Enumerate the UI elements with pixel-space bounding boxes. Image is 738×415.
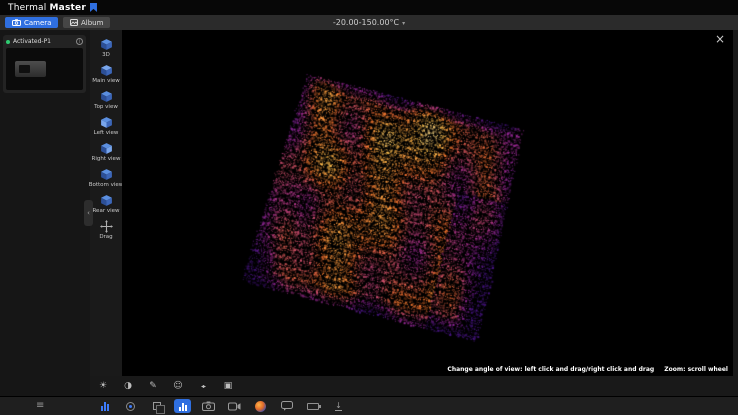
contrast-icon[interactable]: ◑ bbox=[121, 381, 135, 391]
chat-bubble-icon bbox=[281, 401, 293, 411]
tab-camera-label: Camera bbox=[24, 19, 51, 27]
camera-icon bbox=[202, 401, 215, 411]
camera-icon bbox=[12, 19, 21, 26]
smiley-icon[interactable]: ☺ bbox=[171, 381, 185, 391]
view-button-3d[interactable]: 3D bbox=[90, 38, 122, 58]
palette-sphere-icon bbox=[255, 401, 266, 412]
view-button-top[interactable]: Top view bbox=[90, 90, 122, 110]
tab-album-label: Album bbox=[81, 19, 103, 27]
pointcloud-mode-button-active[interactable] bbox=[174, 399, 191, 414]
download-button[interactable]: ↓ bbox=[330, 399, 347, 414]
menu-icon[interactable]: ≡ bbox=[36, 397, 44, 415]
drag-button[interactable]: Drag bbox=[90, 220, 122, 240]
layers-icon bbox=[153, 402, 161, 410]
view-button-rear[interactable]: Rear view bbox=[90, 194, 122, 214]
view-button-main[interactable]: Main view bbox=[90, 64, 122, 84]
viewer-hint: Change angle of view: left click and dra… bbox=[447, 366, 728, 373]
temp-range-label: -20.00-150.00°C bbox=[333, 18, 399, 27]
view-button-label: Main view bbox=[92, 78, 120, 84]
device-sidebar: Activated-P1 bbox=[0, 30, 90, 396]
view-button-label: 3D bbox=[102, 52, 110, 58]
frame-icon[interactable]: ▣ bbox=[221, 381, 235, 391]
brand-ribbon-icon bbox=[90, 3, 97, 12]
status-dot bbox=[6, 40, 10, 44]
hint-zoom: Zoom: scroll wheel bbox=[664, 366, 728, 373]
cube-icon bbox=[100, 194, 113, 207]
brand-second: Master bbox=[50, 3, 86, 13]
info-icon[interactable] bbox=[76, 38, 83, 45]
temp-range-selector[interactable]: -20.00-150.00°C▾ bbox=[0, 15, 738, 30]
move-icon bbox=[100, 220, 113, 233]
tab-camera[interactable]: Camera bbox=[5, 17, 58, 28]
histogram-icon bbox=[101, 402, 109, 411]
device-thumbnail[interactable] bbox=[6, 48, 83, 90]
palette-sphere-button[interactable] bbox=[252, 399, 269, 414]
download-icon: ↓ bbox=[335, 402, 342, 411]
device-card[interactable]: Activated-P1 bbox=[3, 35, 86, 93]
cube-icon bbox=[100, 64, 113, 77]
cube-icon bbox=[100, 38, 113, 51]
view-rail: 3D Main view Top view Left view Right vi… bbox=[90, 30, 122, 376]
layers-button[interactable] bbox=[148, 399, 165, 414]
tab-album[interactable]: Album bbox=[63, 17, 110, 28]
histogram-button[interactable] bbox=[96, 399, 113, 414]
view-button-bottom[interactable]: Bottom view bbox=[90, 168, 122, 188]
record-icon bbox=[126, 402, 135, 411]
hint-rotate: Change angle of view: left click and dra… bbox=[447, 366, 654, 373]
collapse-icon: ‹ bbox=[87, 209, 90, 217]
pointcloud-mode-icon bbox=[174, 399, 191, 413]
cube-icon bbox=[100, 116, 113, 129]
cube-icon bbox=[100, 168, 113, 181]
cube-icon bbox=[100, 90, 113, 103]
view-button-label: Bottom view bbox=[89, 182, 124, 188]
pointcloud-canvas[interactable] bbox=[122, 30, 733, 376]
app-logo: Thermal Master bbox=[8, 3, 86, 13]
mirror-icon[interactable]: ◂▸ bbox=[196, 383, 210, 390]
device-image bbox=[15, 61, 46, 77]
view-button-label: Top view bbox=[94, 104, 118, 110]
brand-first: Thermal bbox=[8, 3, 46, 13]
view-button-right[interactable]: Right view bbox=[90, 142, 122, 162]
view-button-label: Left view bbox=[94, 130, 119, 136]
battery-icon bbox=[307, 403, 319, 410]
comment-button[interactable] bbox=[278, 399, 295, 414]
album-icon bbox=[70, 19, 78, 26]
edit-icon[interactable]: ✎ bbox=[146, 381, 160, 391]
bottom-dock: ≡ ↓ bbox=[0, 396, 738, 415]
brightness-icon[interactable]: ☀ bbox=[96, 381, 110, 391]
cube-icon bbox=[100, 142, 113, 155]
close-icon: × bbox=[715, 32, 725, 46]
chevron-down-icon: ▾ bbox=[402, 20, 405, 27]
titlebar: Thermal Master bbox=[0, 0, 738, 15]
view-button-label: Drag bbox=[99, 234, 112, 240]
image-adjust-toolbar: ☀ ◑ ✎ ☺ ◂▸ ▣ bbox=[96, 378, 235, 394]
record-video-button[interactable] bbox=[226, 399, 243, 414]
device-label: Activated-P1 bbox=[13, 38, 73, 45]
view-button-left[interactable]: Left view bbox=[90, 116, 122, 136]
thermal-master-app: Thermal Master -20.00-150.00°C▾ Camera A… bbox=[0, 0, 738, 415]
pointcloud-viewer: × Change angle of view: left click and d… bbox=[122, 30, 733, 376]
camcorder-icon bbox=[228, 402, 241, 411]
view-button-label: Rear view bbox=[92, 208, 119, 214]
record-button[interactable] bbox=[122, 399, 139, 414]
battery-button[interactable] bbox=[304, 399, 321, 414]
capture-photo-button[interactable] bbox=[200, 399, 217, 414]
view-button-label: Right view bbox=[92, 156, 121, 162]
collapse-panel-handle[interactable]: ‹ bbox=[84, 200, 93, 226]
close-viewer-button[interactable]: × bbox=[715, 33, 725, 45]
toolbar: -20.00-150.00°C▾ Camera Album bbox=[0, 15, 738, 30]
